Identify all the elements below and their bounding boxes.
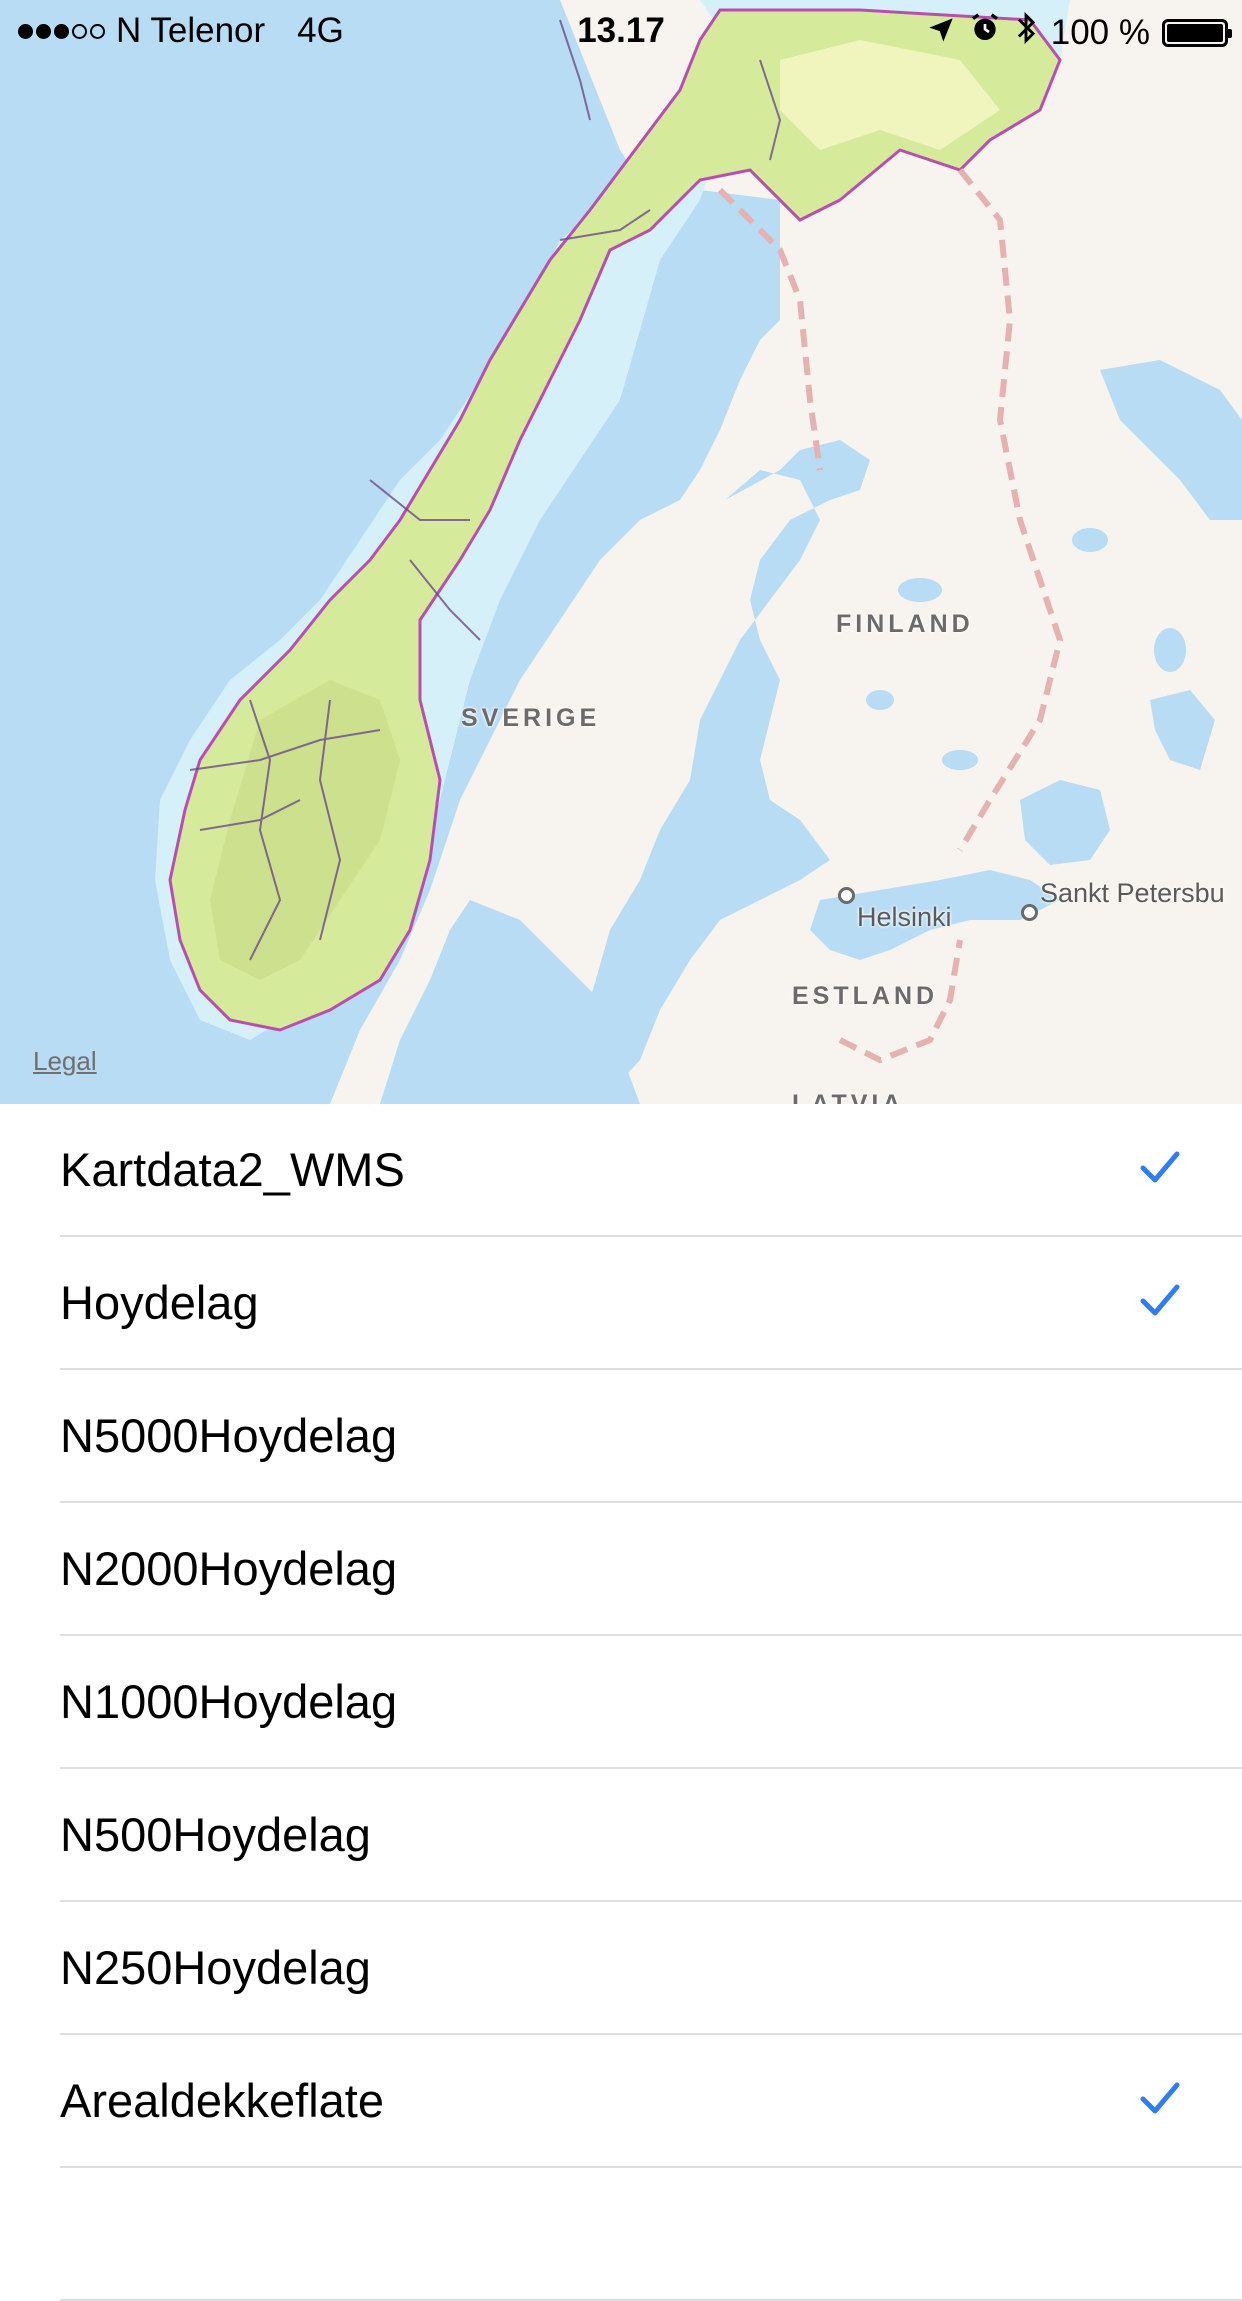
map-view[interactable]: SVERIGE FINLAND ESTLAND LATVIA Helsinki …: [0, 0, 1242, 1104]
checkmark-icon: [1140, 1284, 1180, 1316]
map-canvas[interactable]: [0, 0, 1242, 1104]
alarm-icon: [969, 12, 1001, 53]
status-right: 100 %: [927, 11, 1232, 54]
sankt-petersburg-marker[interactable]: [1021, 904, 1038, 921]
layer-label: Arealdekkeflate: [60, 2074, 384, 2127]
layer-label: N2000Hoydelag: [60, 1542, 398, 1595]
layer-label: N250Hoydelag: [60, 1941, 371, 1994]
checkmark-icon: [1140, 2082, 1180, 2114]
location-arrow-icon: [927, 13, 955, 53]
map-label-finland: FINLAND: [836, 610, 974, 638]
map-label-helsinki: Helsinki: [857, 902, 952, 932]
layer-label: Hoydelag: [60, 1276, 259, 1329]
layer-label: N1000Hoydelag: [60, 1675, 398, 1728]
layer-label: Kartdata2_WMS: [60, 1143, 405, 1196]
layer-row[interactable]: N2000Hoydelag: [60, 1503, 1242, 1636]
layer-row[interactable]: N5000Hoydelag: [60, 1370, 1242, 1503]
checkmark-icon: [1140, 1151, 1180, 1183]
helsinki-marker[interactable]: [838, 887, 855, 904]
layer-row[interactable]: N1000Hoydelag: [60, 1636, 1242, 1769]
layer-label: N5000Hoydelag: [60, 1409, 398, 1462]
layer-row[interactable]: [60, 2168, 1242, 2301]
legal-link[interactable]: Legal: [33, 1046, 97, 1077]
status-bar: N Telenor 4G 13.17 100 %: [0, 0, 1242, 60]
map-label-latvia: LATVIA: [792, 1090, 905, 1104]
map-label-sankt-petersburg: Sankt Petersbu: [1040, 878, 1225, 908]
map-label-estland: ESTLAND: [792, 982, 939, 1010]
layer-list: Kartdata2_WMS Hoydelag N5000Hoydelag N2000H…: [0, 1104, 1242, 2301]
bluetooth-icon: [1015, 11, 1037, 54]
layer-row[interactable]: Hoydelag: [60, 1237, 1242, 1370]
map-label-sverige: SVERIGE: [461, 704, 601, 732]
layer-row[interactable]: Arealdekkeflate: [60, 2035, 1242, 2168]
battery-icon: [1162, 18, 1232, 47]
layer-row[interactable]: N250Hoydelag: [60, 1902, 1242, 2035]
layer-row[interactable]: Kartdata2_WMS: [60, 1104, 1242, 1237]
layer-label: N500Hoydelag: [60, 1808, 371, 1861]
layer-row[interactable]: N500Hoydelag: [60, 1769, 1242, 1902]
battery-percentage: 100 %: [1050, 12, 1150, 52]
